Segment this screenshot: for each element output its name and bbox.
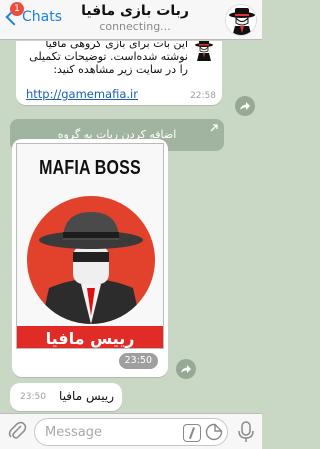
- gangster-figure-icon: [39, 212, 143, 324]
- message-reply[interactable]: رییس مافیا 23:50: [10, 383, 122, 411]
- share-icon: [181, 365, 191, 373]
- sticker-icon[interactable]: [205, 423, 223, 441]
- message-list[interactable]: این بات برای بازی گروهی مافیا نوشته شده‌…: [0, 41, 262, 413]
- bot-avatar[interactable]: [225, 4, 257, 36]
- mafia-logo-icon: [195, 41, 213, 61]
- sender-avatar: [194, 41, 214, 61]
- share-button[interactable]: [176, 359, 196, 379]
- message-time: 22:58: [190, 91, 216, 101]
- input-placeholder: Message: [45, 425, 102, 440]
- image-title: MAFIA BOSS: [39, 157, 141, 179]
- share-icon: [240, 102, 250, 110]
- image-caption: رییس مافیا: [45, 329, 135, 348]
- message-intro[interactable]: این بات برای بازی گروهی مافیا نوشته شده‌…: [16, 41, 222, 105]
- arrow-up-right-icon: [210, 124, 218, 132]
- microphone-icon[interactable]: [236, 420, 256, 444]
- back-label: Chats: [22, 9, 63, 25]
- connection-status: connecting...: [99, 20, 171, 33]
- message-time: 23:50: [118, 353, 158, 369]
- mafia-boss-image[interactable]: MAFIA BOSS رییس مافیا: [16, 143, 164, 349]
- photo-message[interactable]: MAFIA BOSS رییس مافیا 23:50: [12, 139, 168, 377]
- composer-bar: Message: [0, 413, 262, 449]
- message-text: رییس مافیا: [59, 389, 114, 403]
- image-banner: رییس مافیا: [17, 326, 163, 348]
- message-time: 23:50: [20, 392, 46, 402]
- chat-title-area[interactable]: ربات بازی مافیا connecting...: [60, 3, 210, 33]
- share-button[interactable]: [235, 96, 255, 116]
- chat-header: Chats 1 ربات بازی مافیا connecting...: [0, 0, 262, 40]
- website-link[interactable]: http://gamemafia.ir: [26, 87, 138, 101]
- message-text: این بات برای بازی گروهی مافیا نوشته شده‌…: [29, 41, 188, 76]
- unread-badge: 1: [10, 2, 24, 16]
- chat-title: ربات بازی مافیا: [81, 3, 189, 19]
- paperclip-icon[interactable]: [6, 420, 28, 442]
- message-input[interactable]: Message: [34, 418, 228, 446]
- slash-command-icon[interactable]: [183, 424, 201, 442]
- mafia-logo-icon: [226, 5, 256, 35]
